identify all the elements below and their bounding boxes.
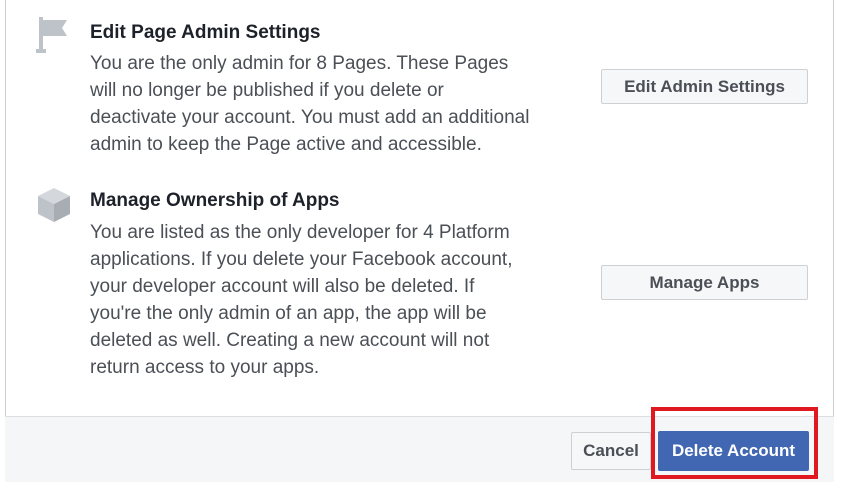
page-admin-title: Edit Page Admin Settings (90, 22, 321, 43)
text-line: You are listed as the only developer for… (90, 222, 510, 243)
text-line: admin to keep the Page active and access… (90, 134, 482, 155)
flag-icon (34, 15, 74, 55)
page-admin-section: Edit Page Admin Settings You are the onl… (0, 0, 841, 170)
apps-ownership-title: Manage Ownership of Apps (90, 190, 340, 211)
text-line: you're the only admin of an app, the app… (90, 303, 487, 324)
text-line: deactivate your account. You must add an… (90, 107, 530, 128)
cancel-button[interactable]: Cancel (571, 432, 651, 470)
delete-account-dialog: Edit Page Admin Settings You are the onl… (0, 0, 841, 482)
delete-account-button[interactable]: Delete Account (658, 431, 809, 471)
page-admin-description: You are the only admin for 8 Pages. Thes… (90, 50, 590, 158)
edit-admin-settings-button[interactable]: Edit Admin Settings (601, 69, 808, 104)
manage-apps-button[interactable]: Manage Apps (601, 265, 808, 300)
text-line: deleted as well. Creating a new account … (90, 330, 490, 351)
apps-ownership-section: Manage Ownership of Apps You are listed … (0, 175, 841, 395)
text-line: your developer account will also be dele… (90, 276, 475, 297)
cube-icon (34, 185, 74, 225)
text-line: return access to your apps. (90, 357, 320, 378)
text-line: applications. If you delete your Faceboo… (90, 249, 513, 270)
apps-ownership-description: You are listed as the only developer for… (90, 219, 590, 381)
text-line: You are the only admin for 8 Pages. Thes… (90, 53, 509, 74)
text-line: will no longer be published if you delet… (90, 80, 444, 101)
